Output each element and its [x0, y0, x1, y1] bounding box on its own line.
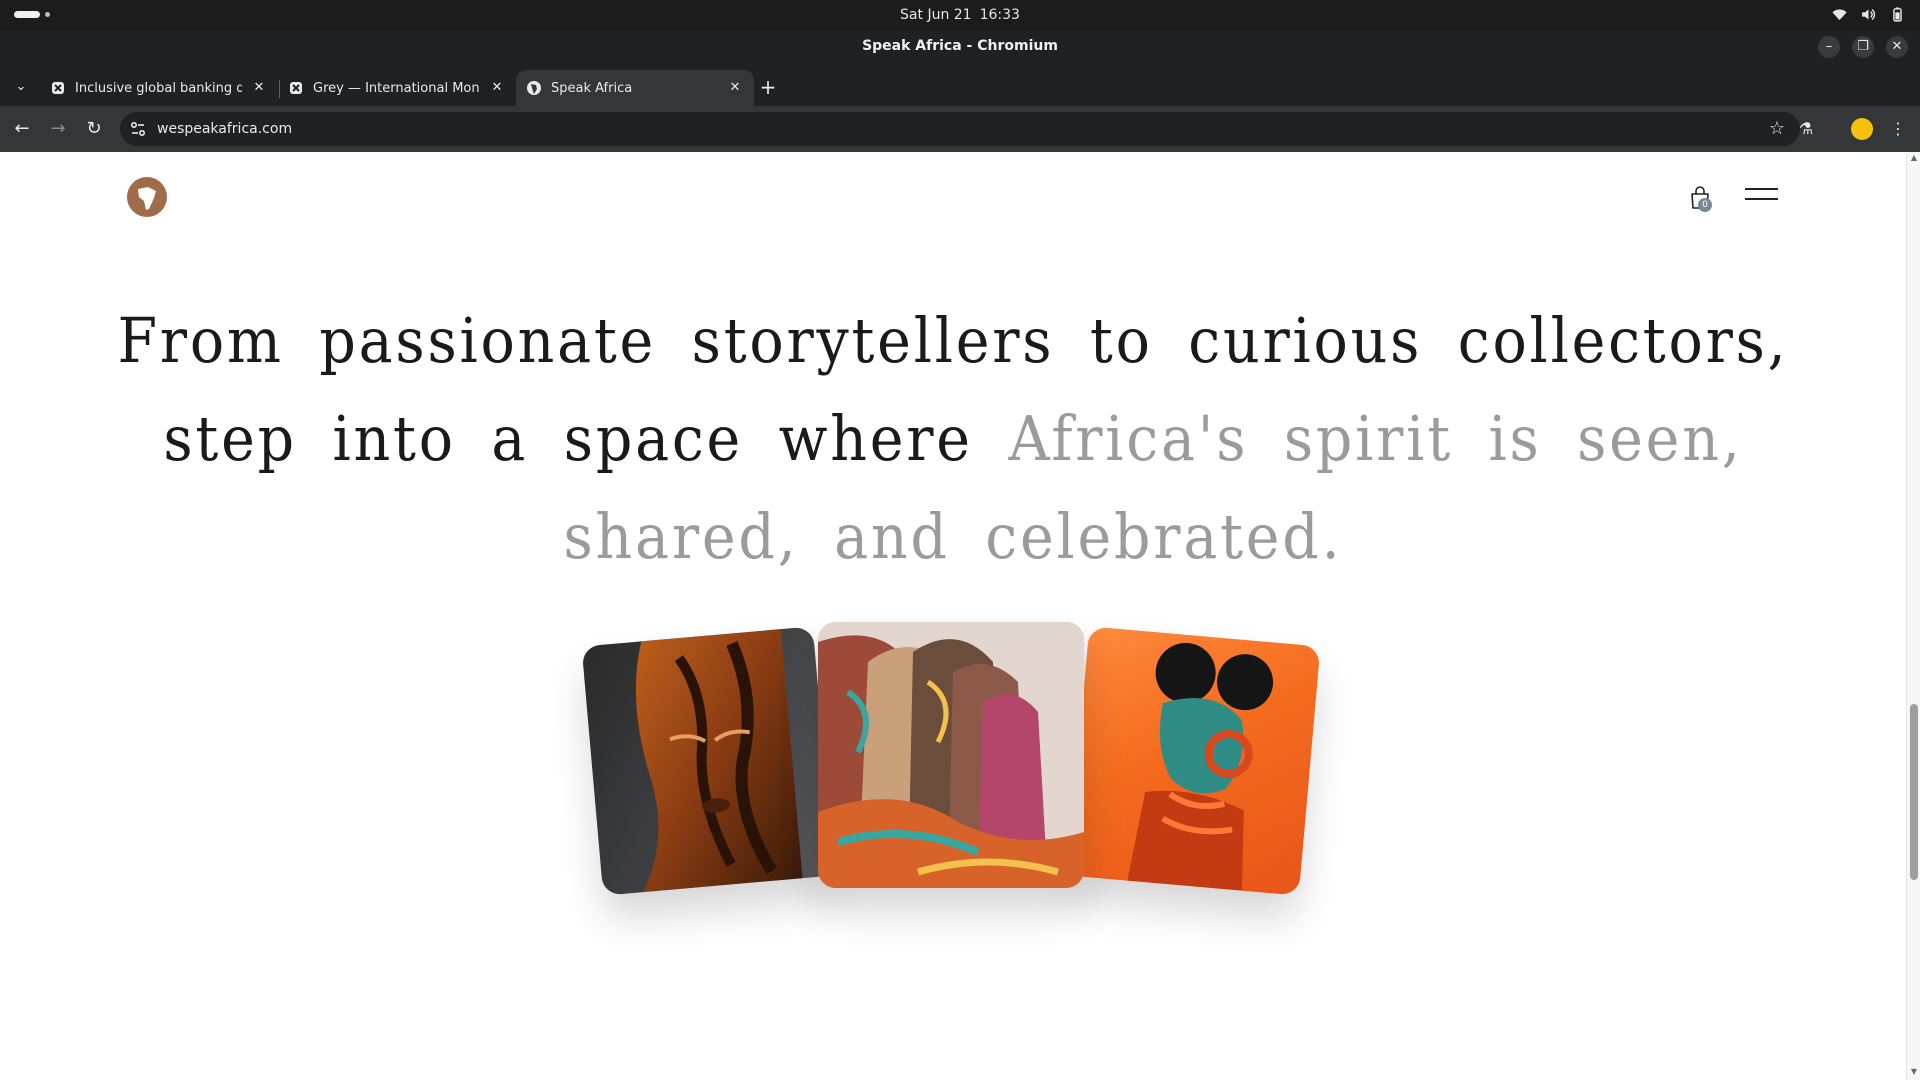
scroll-up-arrow-icon[interactable]: ▲ — [1910, 154, 1918, 162]
new-tab-plus-icon[interactable]: + — [756, 76, 780, 100]
minimize-icon[interactable]: – — [1818, 36, 1840, 58]
headline-line-2-dark: step into a space where — [163, 402, 1009, 475]
bookmark-star-icon[interactable]: ☆ — [1766, 118, 1788, 140]
gallery-card-orange-portrait[interactable] — [1067, 626, 1321, 896]
tab-title: Speak Africa — [551, 80, 633, 96]
headline-line-2-muted: Africa's spirit is seen, — [1008, 402, 1743, 475]
grey-favicon-icon — [52, 82, 64, 94]
headwrap-profiles-image — [818, 622, 1084, 888]
hero-headline: From passionate storytellers to curious … — [76, 292, 1830, 586]
art-gallery — [0, 622, 1906, 942]
clock-time: 16:33 — [979, 7, 1020, 23]
forward-arrow-icon[interactable]: → — [46, 117, 70, 141]
orange-portrait-image — [1127, 642, 1274, 891]
headline-line-3: shared, and celebrated. — [563, 500, 1343, 573]
tab-inclusive-banking[interactable]: Inclusive global banking desi ✕ — [40, 70, 278, 106]
tab-grey-international-money[interactable]: Grey — International Money ✕ — [278, 70, 516, 106]
hamburger-menu-icon[interactable] — [1745, 188, 1778, 204]
address-bar[interactable]: wespeakafrica.com ☆ — [120, 112, 1800, 146]
tab-title: Grey — International Money — [313, 80, 480, 96]
wood-mask-image — [635, 629, 803, 893]
reload-icon[interactable]: ↻ — [82, 117, 106, 141]
cart-count-badge: 0 — [1698, 198, 1712, 212]
profile-avatar[interactable] — [1851, 118, 1873, 140]
site-info-tune-icon[interactable] — [128, 119, 148, 139]
speak-africa-favicon-icon — [527, 81, 541, 95]
grey-favicon-icon — [290, 82, 302, 94]
clock-date: Sat Jun 21 — [900, 7, 972, 23]
window-title: Speak Africa - Chromium — [862, 38, 1058, 54]
tab-strip: ⌄ Inclusive global banking desi ✕ Grey —… — [0, 66, 1920, 106]
gallery-card-wood-mask[interactable] — [581, 626, 835, 896]
clock[interactable]: Sat Jun 21 16:33 — [0, 0, 1920, 30]
wifi-icon — [1832, 9, 1847, 21]
headline-line-2: step into a space where Africa's spirit … — [76, 390, 1830, 488]
restore-icon[interactable]: ❐ — [1852, 36, 1874, 58]
battery-icon — [1893, 7, 1902, 22]
url-text: wespeakafrica.com — [157, 121, 293, 137]
os-top-bar: Sat Jun 21 16:33 — [0, 0, 1920, 30]
page-viewport: 0 From passionate storytellers to curiou… — [0, 152, 1906, 1080]
window-titlebar: Speak Africa - Chromium – ❐ ✕ — [0, 30, 1920, 66]
close-tab-icon[interactable]: ✕ — [726, 79, 744, 97]
tab-title: Inclusive global banking desi — [75, 80, 242, 96]
close-tab-icon[interactable]: ✕ — [250, 79, 268, 97]
system-tray[interactable] — [1831, 6, 1906, 23]
page-scrollbar[interactable]: ▲ ▼ — [1906, 152, 1920, 1080]
tab-speak-africa[interactable]: Speak Africa ✕ — [516, 70, 754, 106]
tab-search-chevron-icon[interactable]: ⌄ — [10, 76, 32, 98]
gallery-card-headwrap-profiles[interactable] — [818, 622, 1084, 888]
speak-africa-logo-icon[interactable] — [126, 176, 168, 218]
scroll-down-arrow-icon[interactable]: ▼ — [1910, 1068, 1918, 1076]
close-window-icon[interactable]: ✕ — [1886, 36, 1908, 58]
close-tab-icon[interactable]: ✕ — [488, 79, 506, 97]
scrollbar-thumb[interactable] — [1910, 704, 1918, 880]
back-arrow-icon[interactable]: ← — [10, 117, 34, 141]
labs-flask-icon[interactable]: ⚗ — [1794, 117, 1818, 141]
volume-icon — [1862, 8, 1876, 21]
browser-toolbar: ← → ↻ wespeakafrica.com ☆ ⚗ ⋮ — [0, 106, 1920, 152]
headline-line-1: From passionate storytellers to curious … — [117, 304, 1789, 377]
kebab-menu-icon[interactable]: ⋮ — [1886, 117, 1910, 141]
